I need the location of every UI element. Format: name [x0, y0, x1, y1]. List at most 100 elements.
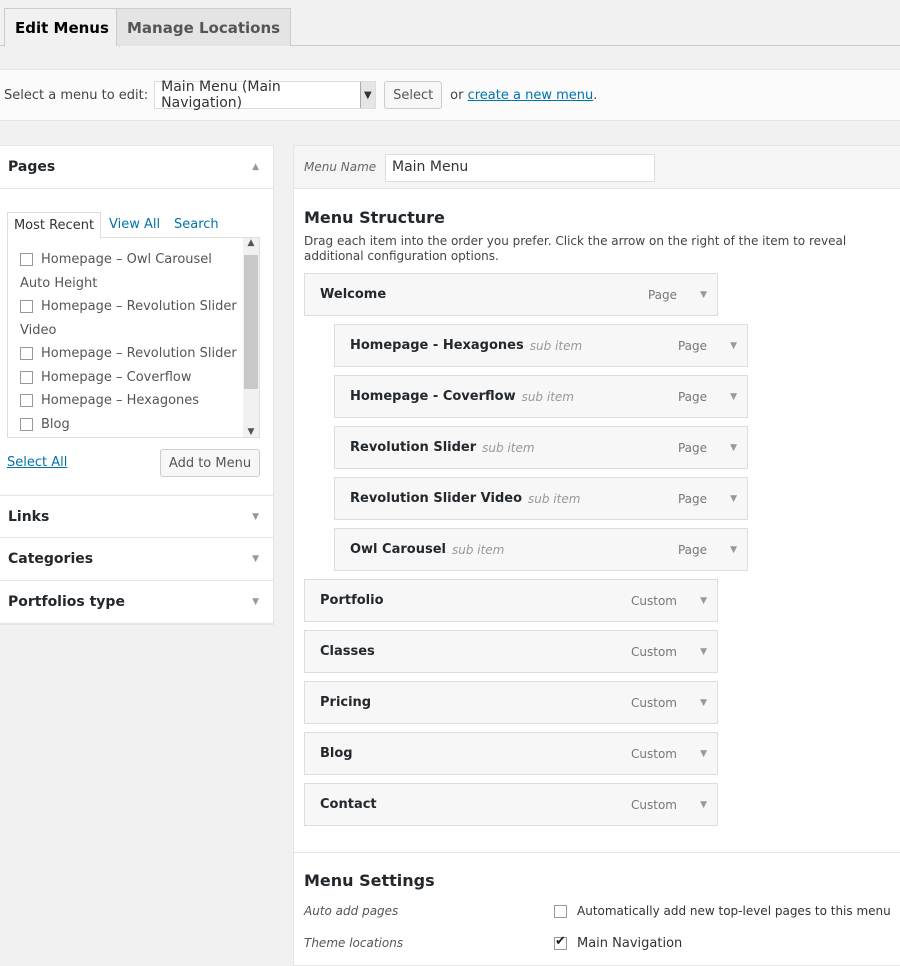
- sub-item-label: sub item: [528, 491, 581, 506]
- page-label: Blog: [41, 417, 70, 432]
- triangle-down-icon[interactable]: ▼: [730, 443, 737, 453]
- menu-item-type: Custom: [631, 644, 677, 659]
- section-links[interactable]: Links ▼: [0, 495, 273, 538]
- sub-item-label: sub item: [451, 542, 505, 557]
- triangle-down-icon[interactable]: ▼: [730, 392, 737, 402]
- menu-item-title: Revolution Slider Video: [350, 491, 523, 506]
- section-pages[interactable]: Pages ▲: [0, 146, 273, 189]
- page-checkbox[interactable]: [20, 394, 33, 407]
- scrollbar[interactable]: ▲ ▼: [243, 238, 259, 437]
- theme-locations-label: Theme locations: [304, 936, 404, 950]
- tab-view-all[interactable]: View All: [109, 212, 160, 239]
- menu-select[interactable]: Main Menu (Main Navigation) ▼: [154, 79, 377, 111]
- page-checkbox[interactable]: [20, 300, 33, 313]
- pages-tabs: Most Recent View All Search: [7, 212, 260, 239]
- menu-item-title: Homepage - Hexagones: [350, 338, 524, 353]
- menu-item[interactable]: Homepage - Hexagones sub item Page ▼: [334, 324, 748, 367]
- triangle-down-icon[interactable]: ▼: [700, 647, 707, 657]
- sub-item-label: sub item: [482, 440, 535, 455]
- menu-item[interactable]: Pricing Custom ▼: [304, 681, 718, 724]
- menu-item-title: Blog: [320, 746, 353, 761]
- menu-item-type: Page: [677, 491, 707, 506]
- scroll-up-icon[interactable]: ▲: [243, 238, 259, 248]
- page-checkbox[interactable]: [20, 253, 33, 266]
- triangle-down-icon: ▼: [252, 511, 259, 522]
- page-label: Homepage – Coverflow: [41, 370, 192, 385]
- menu-item[interactable]: Revolution Slider sub item Page ▼: [334, 426, 748, 469]
- page-checkbox[interactable]: [20, 347, 33, 360]
- menu-item-type: Page: [677, 338, 707, 353]
- menu-select-value: Main Menu (Main Navigation): [161, 79, 281, 111]
- triangle-down-icon[interactable]: ▼: [700, 749, 707, 759]
- menu-settings-title: Menu Settings: [304, 871, 435, 890]
- select-all-link[interactable]: Select All: [7, 455, 67, 470]
- menu-name-label: Menu Name: [304, 160, 377, 174]
- page-label: Homepage – Revolution Slider: [41, 346, 237, 361]
- menu-item-type: Page: [647, 287, 677, 302]
- tab-search[interactable]: Search: [174, 212, 219, 239]
- create-new-menu-link[interactable]: create a new menu: [468, 88, 594, 103]
- page-item[interactable]: Blog: [20, 417, 70, 432]
- menu-structure-desc: Drag each item into the order you prefer…: [304, 234, 847, 263]
- section-portfolios-type[interactable]: Portfolios type ▼: [0, 581, 273, 624]
- menu-item-type: Custom: [631, 797, 677, 812]
- page-item[interactable]: Homepage – Revolution Slider: [20, 346, 237, 361]
- triangle-down-icon[interactable]: ▼: [730, 545, 737, 555]
- menu-item-type: Page: [677, 542, 707, 557]
- menu-item[interactable]: Revolution Slider Video sub item Page ▼: [334, 477, 748, 520]
- menu-item[interactable]: Owl Carousel sub item Page ▼: [334, 528, 748, 571]
- page-checkbox[interactable]: [20, 418, 33, 431]
- menu-item-type: Custom: [631, 746, 677, 761]
- sub-item-label: sub item: [521, 389, 574, 404]
- tab-manage-locations[interactable]: Manage Locations: [116, 8, 292, 46]
- menu-item[interactable]: Contact Custom ▼: [304, 783, 718, 826]
- select-button[interactable]: Select: [384, 81, 443, 109]
- triangle-down-icon[interactable]: ▼: [700, 290, 707, 300]
- menu-header: Menu Name Main Menu: [294, 146, 900, 189]
- triangle-down-icon: ▼: [252, 554, 259, 564]
- page-item[interactable]: Homepage – Hexagones: [20, 393, 199, 408]
- page-checkbox[interactable]: [20, 371, 33, 384]
- scroll-down-icon[interactable]: ▼: [243, 427, 259, 437]
- menu-item-type: Custom: [631, 593, 677, 608]
- menu-item-title: Owl Carousel: [350, 542, 446, 557]
- section-title: Links: [8, 508, 50, 525]
- nav-tabs: Edit Menus Manage Locations: [0, 0, 900, 47]
- menu-item[interactable]: Blog Custom ▼: [304, 732, 718, 775]
- section-title: Categories: [8, 551, 94, 567]
- triangle-down-icon[interactable]: ▼: [700, 800, 707, 810]
- sub-item-label: sub item: [529, 338, 583, 353]
- page-label: Auto Height: [20, 276, 98, 291]
- auto-add-checkbox[interactable]: [554, 904, 567, 918]
- menu-item-type: Page: [677, 440, 707, 455]
- page-label: Homepage – Hexagones: [41, 393, 200, 408]
- page-item[interactable]: Homepage – Owl Carousel: [20, 252, 212, 267]
- auto-add-label: Auto add pages: [304, 904, 399, 918]
- page-item: Auto Height: [20, 276, 97, 291]
- menu-edit-panel: Menu Name Main Menu Menu Structure Drag …: [293, 145, 900, 966]
- page-item[interactable]: Homepage – Revolution Slider: [20, 299, 237, 314]
- triangle-down-icon[interactable]: ▼: [700, 698, 707, 708]
- menu-item[interactable]: Homepage - Coverflow sub item Page ▼: [334, 375, 748, 418]
- triangle-down-icon[interactable]: ▼: [700, 596, 707, 606]
- menu-item[interactable]: Welcome Page ▼: [304, 273, 718, 316]
- menu-structure-title: Menu Structure: [304, 208, 445, 227]
- divider: [294, 852, 900, 853]
- menu-item-type: Custom: [631, 695, 677, 710]
- triangle-down-icon[interactable]: ▼: [730, 494, 737, 504]
- tab-edit-menus[interactable]: Edit Menus: [4, 8, 120, 47]
- page-item[interactable]: Homepage – Coverflow: [20, 370, 191, 385]
- add-to-menu-button[interactable]: Add to Menu: [160, 449, 260, 477]
- scrollbar-thumb[interactable]: [244, 255, 258, 389]
- menu-item[interactable]: Portfolio Custom ▼: [304, 579, 718, 622]
- checkmark-icon: ✔: [555, 934, 566, 949]
- section-categories[interactable]: Categories ▼: [0, 538, 273, 581]
- menu-item-title: Welcome: [320, 287, 387, 302]
- tab-most-recent[interactable]: Most Recent: [7, 212, 101, 239]
- main-navigation-checkbox[interactable]: ✔: [554, 934, 567, 950]
- page-item: Video: [20, 323, 56, 338]
- menu-item[interactable]: Classes Custom ▼: [304, 630, 718, 673]
- menu-name-input[interactable]: Main Menu: [385, 154, 655, 182]
- page-label: Video: [20, 323, 57, 338]
- triangle-down-icon[interactable]: ▼: [730, 341, 737, 351]
